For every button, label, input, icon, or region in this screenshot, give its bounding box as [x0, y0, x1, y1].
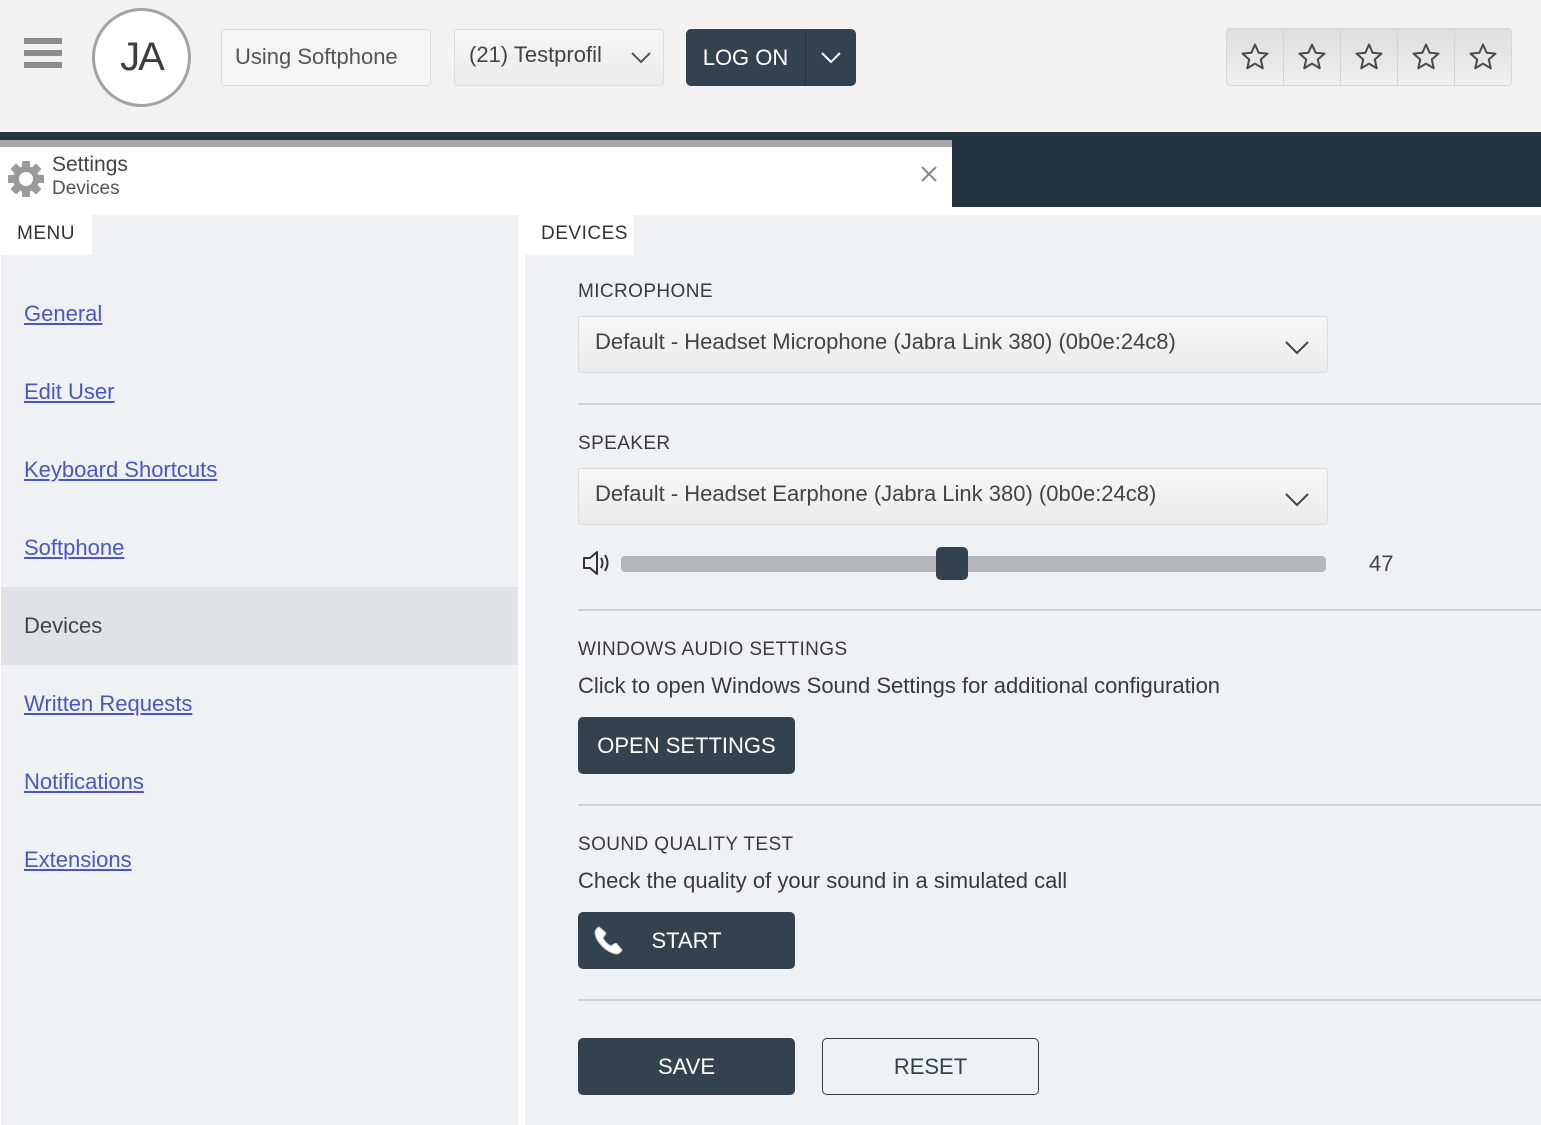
sidebar-item-keyboard-shortcuts[interactable]: Keyboard Shortcuts: [1, 431, 518, 509]
section-divider: [578, 609, 1541, 611]
top-bar: JA Using Softphone (21) Testprofil LOG O…: [0, 0, 1541, 132]
menu-tab: MENU: [1, 215, 92, 255]
reset-button[interactable]: RESET: [822, 1038, 1039, 1095]
sidebar-item-general[interactable]: General: [1, 275, 518, 353]
volume-value: 47: [1369, 551, 1394, 576]
slider-thumb[interactable]: [936, 547, 969, 580]
sound-test-description: Check the quality of your sound in a sim…: [578, 868, 1068, 893]
star-icon: [1298, 43, 1326, 70]
speaker-select[interactable]: Default - Headset Earphone (Jabra Link 3…: [578, 468, 1328, 525]
star-icon: [1469, 43, 1497, 70]
close-icon[interactable]: [918, 163, 940, 185]
chevron-down-icon: [631, 52, 651, 64]
settings-sidebar: MENU General Edit User Keyboard Shortcut…: [0, 215, 518, 1125]
windows-audio-label: WINDOWS AUDIO SETTINGS: [578, 639, 848, 660]
phone-status-display: Using Softphone: [221, 29, 431, 86]
window-title: Settings: [52, 153, 128, 176]
sound-test-label: SOUND QUALITY TEST: [578, 834, 794, 855]
log-on-button[interactable]: LOG ON: [686, 29, 856, 86]
sidebar-item-notifications[interactable]: Notifications: [1, 743, 518, 821]
star-rating-item[interactable]: [1398, 29, 1455, 85]
chevron-down-icon: [821, 51, 841, 63]
star-rating-item[interactable]: [1341, 29, 1398, 85]
sidebar-link[interactable]: Keyboard Shortcuts: [24, 457, 217, 483]
save-button[interactable]: SAVE: [578, 1038, 795, 1095]
sidebar-link[interactable]: Extensions: [24, 847, 132, 873]
log-on-dropdown-toggle[interactable]: [806, 29, 856, 86]
avatar[interactable]: JA: [92, 8, 191, 107]
sidebar-item-written-requests[interactable]: Written Requests: [1, 665, 518, 743]
sidebar-item-edit-user[interactable]: Edit User: [1, 353, 518, 431]
sidebar-link[interactable]: Notifications: [24, 769, 144, 795]
sidebar-link[interactable]: General: [24, 301, 102, 327]
gear-icon: [8, 161, 44, 197]
speaker-select-value: Default - Headset Earphone (Jabra Link 3…: [595, 481, 1157, 506]
window-subtitle: Devices: [52, 178, 120, 199]
profile-select[interactable]: (21) Testprofil: [454, 29, 664, 86]
devices-tab: DEVICES: [525, 215, 634, 255]
star-rating-item[interactable]: [1227, 29, 1284, 85]
star-rating-item[interactable]: [1284, 29, 1341, 85]
section-divider: [578, 999, 1541, 1001]
speaker-label: SPEAKER: [578, 433, 671, 454]
sidebar-link[interactable]: Edit User: [24, 379, 114, 405]
windows-audio-description: Click to open Windows Sound Settings for…: [578, 673, 1221, 698]
phone-icon: [594, 926, 623, 955]
devices-panel: DEVICES MICROPHONE Default - Headset Mic…: [525, 215, 1541, 1125]
star-rating-item[interactable]: [1455, 29, 1511, 85]
speaker-volume-slider[interactable]: [621, 547, 1326, 580]
chevron-down-icon: [1285, 493, 1309, 507]
start-label: START: [651, 927, 722, 953]
profile-select-value: (21) Testprofil: [469, 42, 602, 67]
sidebar-item-softphone[interactable]: Softphone: [1, 509, 518, 587]
star-icon: [1412, 43, 1440, 70]
window-divider: [0, 207, 1541, 215]
sidebar-item-extensions[interactable]: Extensions: [1, 821, 518, 899]
sidebar-link[interactable]: Written Requests: [24, 691, 192, 717]
open-settings-button[interactable]: OPEN SETTINGS: [578, 717, 795, 774]
start-test-button[interactable]: START: [578, 912, 795, 969]
sidebar-active-label: Devices: [24, 613, 103, 638]
microphone-label: MICROPHONE: [578, 281, 713, 302]
star-icon: [1241, 43, 1269, 70]
section-divider: [578, 804, 1541, 806]
section-divider: [578, 403, 1541, 405]
speaker-volume-icon: [583, 551, 609, 575]
star-icon: [1355, 43, 1383, 70]
panel-gutter: [518, 215, 525, 1125]
chevron-down-icon: [1285, 341, 1309, 355]
sidebar-link[interactable]: Softphone: [24, 535, 124, 561]
microphone-select-value: Default - Headset Microphone (Jabra Link…: [595, 329, 1176, 354]
microphone-select[interactable]: Default - Headset Microphone (Jabra Link…: [578, 316, 1328, 373]
settings-window-header: Settings Devices: [0, 140, 952, 215]
log-on-label[interactable]: LOG ON: [686, 29, 806, 86]
star-rating[interactable]: [1226, 28, 1512, 86]
sidebar-item-devices[interactable]: Devices: [1, 587, 518, 665]
hamburger-menu-icon[interactable]: [24, 38, 62, 72]
